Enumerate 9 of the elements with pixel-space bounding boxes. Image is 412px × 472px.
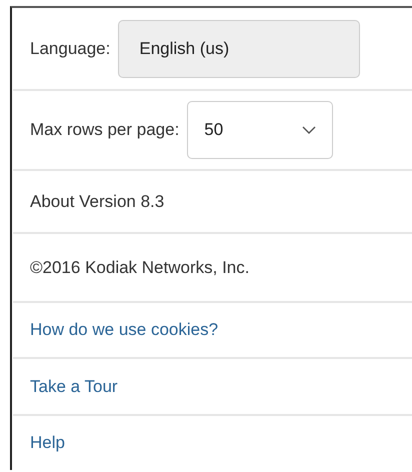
- info-text: ©2016 Kodiak Networks, Inc.: [30, 258, 250, 278]
- info-text: About Version 8.3: [30, 192, 164, 212]
- menu-link[interactable]: Take a Tour: [30, 376, 118, 396]
- caret-icon: [302, 126, 316, 134]
- max-rows-select[interactable]: 50: [187, 101, 334, 159]
- max-rows-label: Max rows per page:: [30, 120, 180, 140]
- menu-link[interactable]: How do we use cookies?: [30, 320, 218, 340]
- menu-link[interactable]: Help: [30, 433, 65, 453]
- language-label: Language:: [30, 38, 110, 58]
